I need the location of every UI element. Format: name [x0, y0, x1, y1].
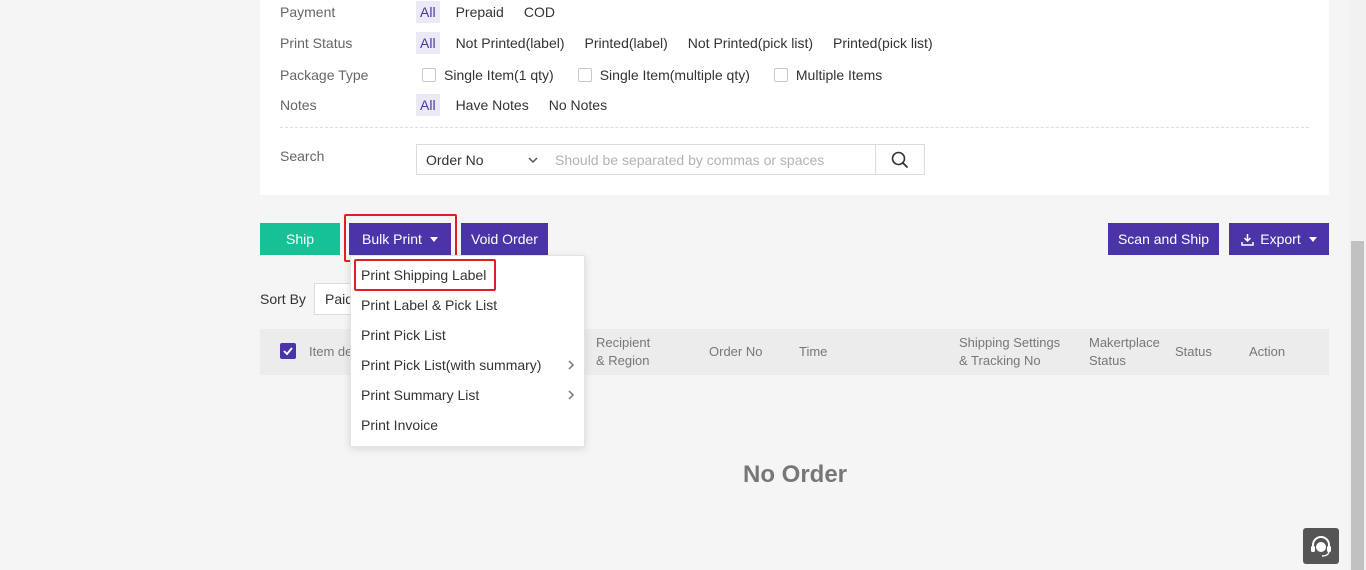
package-type-options: Single Item(1 qty) Single Item(multiple …	[422, 67, 906, 83]
menu-item-print-summary-list-label: Print Summary List	[361, 387, 480, 403]
menu-item-print-summary-list[interactable]: Print Summary List	[361, 380, 576, 410]
page-scrollbar[interactable]	[1349, 0, 1366, 570]
package-type-single-1qty-label: Single Item(1 qty)	[444, 67, 554, 83]
filter-label-search: Search	[280, 148, 325, 164]
scan-and-ship-button[interactable]: Scan and Ship	[1108, 223, 1219, 255]
package-type-single-multi-qty[interactable]: Single Item(multiple qty)	[577, 67, 750, 83]
checkbox[interactable]	[577, 68, 592, 82]
export-label: Export	[1260, 231, 1301, 247]
filter-panel: Payment All Prepaid COD Print Status All…	[260, 0, 1329, 195]
print-status-option-not-printed-pick-list[interactable]: Not Printed(pick list)	[684, 32, 817, 54]
print-status-option-printed-label[interactable]: Printed(label)	[581, 32, 672, 54]
bulk-print-button[interactable]: Bulk Print	[349, 223, 451, 255]
menu-item-print-invoice[interactable]: Print Invoice	[361, 410, 576, 440]
export-button[interactable]: Export	[1229, 223, 1329, 255]
filter-divider	[280, 127, 1309, 128]
payment-options: All Prepaid COD	[416, 1, 571, 23]
package-type-single-1qty[interactable]: Single Item(1 qty)	[422, 67, 554, 83]
menu-item-print-pick-list[interactable]: Print Pick List	[361, 320, 576, 350]
th-marketplace-1: Makertplace	[1089, 335, 1160, 350]
download-icon	[1241, 233, 1255, 246]
bulk-print-label: Bulk Print	[362, 231, 422, 247]
sort-by-label: Sort By	[260, 291, 306, 307]
th-item: Item de	[309, 344, 353, 359]
print-status-option-all[interactable]: All	[416, 32, 440, 54]
th-order-no: Order No	[709, 344, 763, 359]
caret-down-icon	[1308, 236, 1317, 242]
th-recipient-2: & Region	[596, 353, 650, 368]
ship-button[interactable]: Ship	[260, 223, 340, 255]
chevron-right-icon	[568, 390, 575, 400]
search-icon	[891, 151, 909, 168]
checkbox[interactable]	[773, 68, 788, 82]
scrollbar-thumb[interactable]	[1351, 241, 1364, 570]
th-shipping-1: Shipping Settings	[959, 335, 1061, 350]
menu-item-print-label-pick-list[interactable]: Print Label & Pick List	[361, 290, 576, 320]
notes-option-all[interactable]: All	[416, 94, 440, 116]
th-time: Time	[799, 344, 828, 359]
print-status-option-not-printed-label[interactable]: Not Printed(label)	[452, 32, 569, 54]
notes-options: All Have Notes No Notes	[416, 94, 623, 116]
package-type-multiple-items[interactable]: Multiple Items	[773, 67, 883, 83]
menu-item-print-pick-list-summary-label: Print Pick List(with summary)	[361, 357, 542, 373]
search-field-select[interactable]: Order No	[416, 144, 546, 175]
check-icon	[283, 347, 293, 356]
empty-state: No Order	[742, 461, 847, 488]
filter-label-print-status: Print Status	[280, 35, 353, 51]
print-status-option-printed-pick-list[interactable]: Printed(pick list)	[829, 32, 937, 54]
menu-item-print-pick-list-summary[interactable]: Print Pick List(with summary)	[361, 350, 576, 380]
search-field-value: Order No	[426, 151, 484, 168]
filter-label-payment: Payment	[280, 4, 336, 20]
checkbox[interactable]	[422, 68, 436, 82]
void-order-button[interactable]: Void Order	[461, 223, 548, 255]
headset-icon	[1311, 536, 1331, 557]
search-input[interactable]	[545, 144, 876, 175]
th-shipping-2: & Tracking No	[959, 353, 1041, 368]
th-recipient-1: Recipient	[596, 335, 651, 350]
th-marketplace-2: Status	[1089, 353, 1126, 368]
package-type-single-multi-qty-label: Single Item(multiple qty)	[599, 67, 750, 83]
filter-label-package-type: Package Type	[280, 67, 369, 83]
search-button[interactable]	[875, 144, 925, 175]
bulk-print-menu: Print Shipping Label Print Label & Pick …	[350, 255, 585, 447]
menu-item-print-shipping-label[interactable]: Print Shipping Label	[361, 260, 576, 290]
chevron-down-icon	[528, 157, 538, 164]
payment-option-cod[interactable]: COD	[520, 1, 559, 23]
notes-option-have-notes[interactable]: Have Notes	[452, 94, 533, 116]
filter-label-notes: Notes	[280, 97, 317, 113]
print-status-options: All Not Printed(label) Printed(label) No…	[416, 32, 949, 54]
select-all-checkbox[interactable]	[280, 343, 296, 359]
caret-down-icon	[429, 236, 438, 242]
th-status: Status	[1175, 344, 1212, 359]
notes-option-no-notes[interactable]: No Notes	[545, 94, 611, 116]
payment-option-all[interactable]: All	[416, 1, 440, 23]
package-type-multiple-items-label: Multiple Items	[795, 67, 883, 83]
help-chat-button[interactable]	[1303, 528, 1339, 564]
payment-option-prepaid[interactable]: Prepaid	[452, 1, 508, 23]
th-action: Action	[1249, 344, 1286, 359]
chevron-right-icon	[568, 360, 575, 370]
